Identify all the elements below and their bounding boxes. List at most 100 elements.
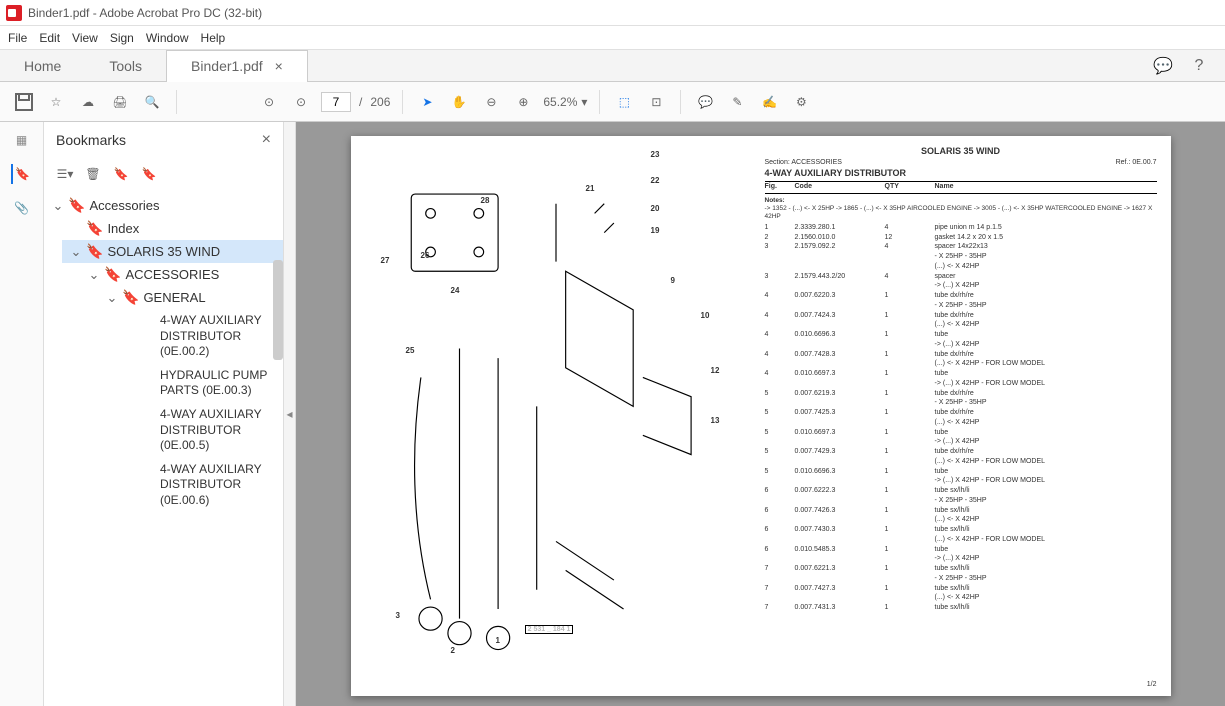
table-row: 60.007.6222.31tube sx/lh/li	[765, 487, 1157, 497]
menu-window[interactable]: Window	[146, 31, 189, 45]
search-icon[interactable]: 🔍	[140, 90, 164, 114]
menu-edit[interactable]: Edit	[39, 31, 60, 45]
table-row: 50.010.6697.31tube	[765, 428, 1157, 438]
help-icon[interactable]: ?	[1189, 56, 1209, 76]
tree-leaf[interactable]: HYDRAULIC PUMP PARTS (0E.00.3)	[132, 364, 283, 403]
tab-bar: Home Tools Binder1.pdf × 💬 ?	[0, 50, 1225, 82]
find-bookmark-icon[interactable]: 🔖	[140, 165, 158, 183]
bookmarks-title: Bookmarks	[56, 132, 126, 148]
table-row: - X 25HP - 35HP	[765, 496, 1157, 506]
save-icon[interactable]	[12, 90, 36, 114]
sticky-note-icon[interactable]: 💬	[693, 90, 717, 114]
hand-icon[interactable]: ✋	[447, 90, 471, 114]
tree-solaris[interactable]: ⌄🔖SOLARIS 35 WIND	[62, 240, 283, 263]
table-row: 40.007.6220.31tube dx/rh/re	[765, 292, 1157, 302]
scrollbar[interactable]	[273, 260, 283, 360]
page-input[interactable]	[321, 92, 351, 112]
tab-close-icon[interactable]: ×	[275, 58, 283, 74]
table-row: 60.010.5485.31tube	[765, 545, 1157, 555]
table-row: -> (...) X 42HP	[765, 438, 1157, 448]
star-icon[interactable]: ☆	[44, 90, 68, 114]
delete-icon[interactable]: 🗑	[84, 165, 102, 183]
comment-icon[interactable]: 💬	[1153, 56, 1173, 76]
zoom-in-icon[interactable]: ⊕	[511, 90, 535, 114]
tree-root[interactable]: ⌄🔖Accessories	[44, 194, 283, 217]
table-row: 60.007.7430.31tube sx/lh/li	[765, 526, 1157, 536]
table-row: 22.1560.010.012gasket 14.2 x 20 x 1.5	[765, 233, 1157, 243]
select-icon[interactable]: ➤	[415, 90, 439, 114]
zoom-out-icon[interactable]: ⊖	[479, 90, 503, 114]
table-row: - X 25HP - 35HP	[765, 301, 1157, 311]
table-row: (...) <- X 42HP	[765, 594, 1157, 604]
menu-help[interactable]: Help	[201, 31, 226, 45]
zoom-select[interactable]: 65.2% ▾	[543, 95, 587, 109]
menu-file[interactable]: File	[8, 31, 27, 45]
document-area[interactable]: 2 531 _ 184 1 23 22 21 20 19 28 9 10 12 …	[296, 122, 1225, 706]
cloud-icon[interactable]: ☁	[76, 90, 100, 114]
table-row: (...) <- X 42HP	[765, 516, 1157, 526]
table-row: 70.007.6221.31tube sx/lh/li	[765, 565, 1157, 575]
table-row: 60.007.7426.31tube sx/lh/li	[765, 506, 1157, 516]
table-row: 50.010.6696.31tube	[765, 467, 1157, 477]
page-total: 206	[370, 95, 390, 109]
fit-width-icon[interactable]: ⬚	[612, 90, 636, 114]
table-row: -> (...) X 42HP	[765, 555, 1157, 565]
table-row: -> (...) X 42HP	[765, 282, 1157, 292]
table-row: 50.007.7425.31tube dx/rh/re	[765, 409, 1157, 419]
attachments-icon[interactable]: 📎	[12, 198, 32, 218]
parts-list: SOLARIS 35 WIND Section: ACCESSORIES Ref…	[761, 136, 1171, 696]
sign-icon[interactable]: ✍	[757, 90, 781, 114]
tree-general[interactable]: ⌄🔖GENERAL	[98, 286, 283, 309]
title-bar: Binder1.pdf - Adobe Acrobat Pro DC (32-b…	[0, 0, 1225, 26]
tree-index[interactable]: 🔖Index	[62, 217, 283, 240]
menu-sign[interactable]: Sign	[110, 31, 134, 45]
bookmarks-panel: Bookmarks × ☰▾ 🗑 🔖 🔖 ⌄🔖Accessories 🔖Inde…	[44, 122, 284, 706]
tab-tools[interactable]: Tools	[85, 50, 166, 82]
table-row: 70.007.7427.31tube sx/lh/li	[765, 584, 1157, 594]
fit-page-icon[interactable]: ⊡	[644, 90, 668, 114]
tab-home[interactable]: Home	[0, 50, 85, 82]
page-sep: /	[359, 95, 362, 109]
table-row: -> (...) X 42HP - FOR LOW MODEL	[765, 477, 1157, 487]
tree-accessories[interactable]: ⌄🔖ACCESSORIES	[80, 263, 283, 286]
table-row: -> (...) X 42HP	[765, 340, 1157, 350]
doc-heading: 4-WAY AUXILIARY DISTRIBUTOR	[765, 168, 1157, 179]
table-row: (...) <- X 42HP	[765, 418, 1157, 428]
tree-leaf[interactable]: 4-WAY AUXILIARY DISTRIBUTOR (0E.00.5)	[132, 403, 283, 458]
highlight-icon[interactable]: ✎	[725, 90, 749, 114]
page-down-icon[interactable]: ⊙	[289, 90, 313, 114]
table-row: 32.1579.092.24spacer 14x22x13	[765, 243, 1157, 253]
diagram-tag: 2 531 _ 184 1	[525, 625, 574, 634]
bookmarks-tree[interactable]: ⌄🔖Accessories 🔖Index ⌄🔖SOLARIS 35 WIND ⌄…	[44, 190, 283, 706]
menu-view[interactable]: View	[72, 31, 98, 45]
table-row: 40.010.6696.31tube	[765, 331, 1157, 341]
acrobat-icon	[6, 5, 22, 21]
thumbnails-icon[interactable]: ▦	[12, 130, 32, 150]
options-icon[interactable]: ☰▾	[56, 165, 74, 183]
left-rail: ▦ 🔖 📎	[0, 122, 44, 706]
table-row: 70.007.7431.31tube sx/lh/li	[765, 604, 1157, 614]
doc-title: SOLARIS 35 WIND	[765, 146, 1157, 157]
tree-leaf[interactable]: 4-WAY AUXILIARY DISTRIBUTOR (0E.00.6)	[132, 458, 283, 513]
table-row: 12.3339.280.14pipe union m 14 p.1.5	[765, 223, 1157, 233]
table-row: - X 25HP - 35HP	[765, 399, 1157, 409]
bookmarks-icon[interactable]: 🔖	[11, 164, 31, 184]
menu-bar: File Edit View Sign Window Help	[0, 26, 1225, 50]
window-title: Binder1.pdf - Adobe Acrobat Pro DC (32-b…	[28, 6, 262, 20]
table-row: (...) <- X 42HP	[765, 262, 1157, 272]
page-up-icon[interactable]: ⊙	[257, 90, 281, 114]
table-row: 40.007.7424.31tube dx/rh/re	[765, 311, 1157, 321]
close-panel-icon[interactable]: ×	[262, 131, 271, 149]
tree-leaf[interactable]: 4-WAY AUXILIARY DISTRIBUTOR (0E.00.2)	[132, 309, 283, 364]
table-row: 50.007.6219.31tube dx/rh/re	[765, 389, 1157, 399]
print-icon[interactable]: 🖨	[108, 90, 132, 114]
collapse-handle[interactable]: ◂	[284, 122, 296, 706]
table-row: 40.010.6697.31tube	[765, 370, 1157, 380]
page-number: 1/2	[1147, 681, 1157, 690]
tab-document[interactable]: Binder1.pdf ×	[166, 50, 308, 82]
table-row: - X 25HP - 35HP	[765, 574, 1157, 584]
table-row: 50.007.7429.31tube dx/rh/re	[765, 448, 1157, 458]
toolbar: ☆ ☁ 🖨 🔍 ⊙ ⊙ / 206 ➤ ✋ ⊖ ⊕ 65.2% ▾ ⬚ ⊡ 💬 …	[0, 82, 1225, 122]
more-tools-icon[interactable]: ⚙	[789, 90, 813, 114]
new-bookmark-icon[interactable]: 🔖	[112, 165, 130, 183]
